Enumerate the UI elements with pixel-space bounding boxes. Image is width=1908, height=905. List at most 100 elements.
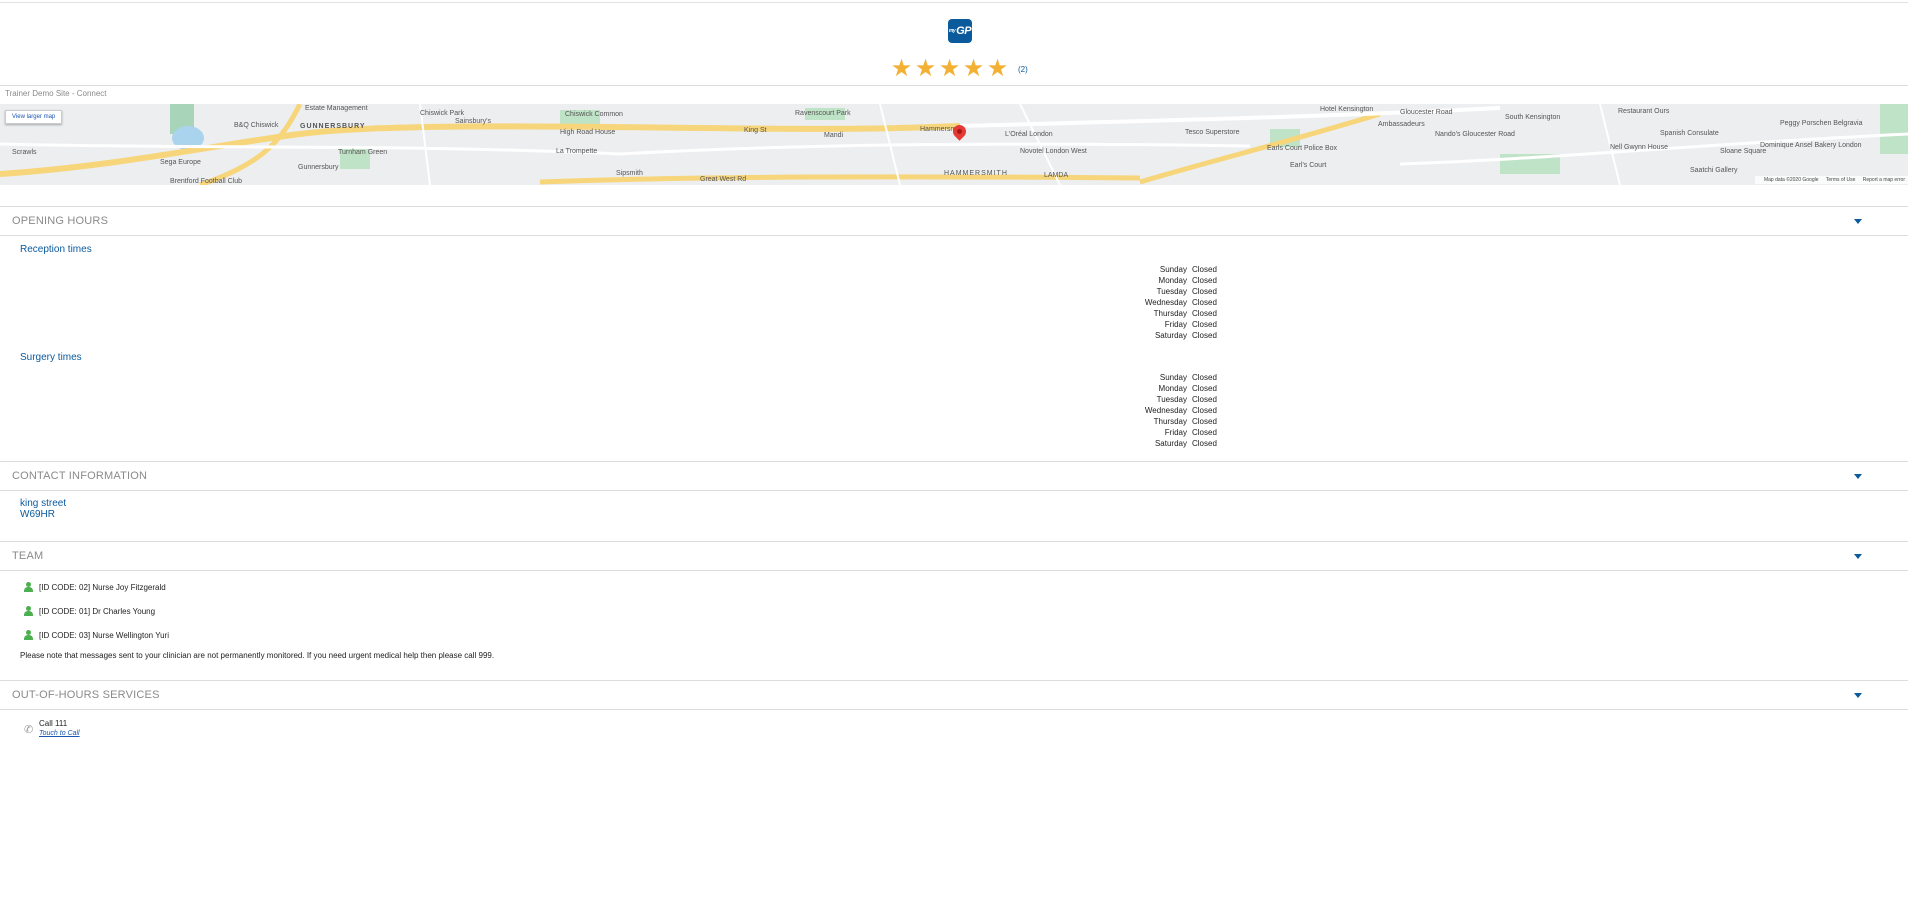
map-label: Nando's Gloucester Road (1435, 131, 1515, 138)
app-logo: my GP (948, 19, 972, 43)
reception-hours-list: Sunday Closed Monday Closed Tuesday Closed … (1140, 265, 1217, 342)
map-label: Mandi (824, 132, 844, 139)
map-label: Hotel Kensington (1320, 106, 1374, 113)
map-label: Scrawls (12, 149, 37, 156)
map-label: GUNNERSBURY (300, 123, 366, 130)
map-label: Gunnersbury (298, 164, 339, 171)
map-label: Brentford Football Club (170, 178, 242, 185)
touch-to-call-link[interactable]: Touch to Call (39, 729, 80, 739)
map-label: Ambassadeurs (1378, 121, 1425, 128)
out-of-hours-header[interactable]: OUT-OF-HOURS SERVICES (0, 680, 1908, 710)
hours-row: Saturday Closed (1154, 439, 1217, 448)
hours-row: Wednesday Closed (1144, 406, 1217, 415)
opening-hours-header[interactable]: OPENING HOURS (0, 206, 1908, 236)
map-label: Sainsbury's (455, 118, 491, 125)
chevron-down-icon[interactable] (1854, 693, 1862, 698)
contact-information-header[interactable]: CONTACT INFORMATION (0, 461, 1908, 491)
hours-row: Tuesday Closed (1156, 287, 1217, 296)
map-label: Earl's Court (1290, 162, 1327, 169)
section-title: OPENING HOURS (12, 215, 109, 227)
map-label: L'Oréal London (1005, 131, 1053, 138)
address: king street W69HR (20, 498, 66, 520)
map-label: Novotel London West (1020, 148, 1087, 155)
call-111: Call 111 Touch to Call (39, 719, 80, 739)
map-label: Earls Court Police Box (1267, 145, 1338, 152)
map-label: Estate Management (305, 105, 368, 112)
surgery-times-title: Surgery times (20, 352, 82, 363)
person-icon (24, 582, 33, 592)
team-member-name: [ID CODE: 01] Dr Charles Young (39, 606, 156, 616)
map-label: Gloucester Road (1400, 109, 1453, 116)
hours-row: Friday Closed (1164, 320, 1217, 329)
hours-row: Tuesday Closed (1156, 395, 1217, 404)
view-larger-map-link[interactable]: View larger map (5, 110, 63, 124)
star-icon: ★ (986, 55, 1009, 82)
rating-stars: ★ ★ ★ ★ ★ (2) (890, 57, 1028, 81)
map-label: Sipsmith (616, 170, 643, 177)
team-member[interactable]: [ID CODE: 02] Nurse Joy Fitzgerald (24, 582, 166, 592)
address-postcode: W69HR (20, 509, 56, 520)
star-icon: ★ (962, 55, 985, 82)
team-member-name: [ID CODE: 02] Nurse Joy Fitzgerald (39, 582, 166, 592)
terms-of-use-link[interactable]: Terms of Use (1826, 177, 1855, 183)
map-label: HAMMERSMITH (944, 170, 1008, 177)
map-label: Chiswick Common (565, 111, 623, 118)
map-label: Tesco Superstore (1185, 129, 1240, 136)
section-title: OUT-OF-HOURS SERVICES (12, 689, 160, 701)
phone-icon: ✆ (24, 724, 34, 736)
chevron-down-icon[interactable] (1854, 219, 1862, 224)
map-label: Turnham Green (338, 149, 388, 156)
map-label: High Road House (560, 129, 616, 136)
map-label: Sloane Square (1720, 148, 1767, 155)
star-icon: ★ (890, 55, 913, 82)
map-label: LAMDA (1044, 172, 1069, 179)
section-title: TEAM (12, 550, 44, 562)
map-label: Saatchi Gallery (1690, 167, 1738, 174)
hours-row: Wednesday Closed (1144, 298, 1217, 307)
section-title: CONTACT INFORMATION (12, 470, 148, 482)
rating-count[interactable]: (2) (1018, 65, 1028, 74)
report-map-error-link[interactable]: Report a map error (1863, 177, 1905, 183)
team-header[interactable]: TEAM (0, 541, 1908, 571)
call-number: Call 111 (39, 719, 68, 728)
star-icon: ★ (938, 55, 961, 82)
map-label: Chiswick Park (420, 110, 464, 117)
map-label: South Kensington (1505, 114, 1561, 121)
map-label: Spanish Consulate (1660, 130, 1719, 137)
team-member-name: [ID CODE: 03] Nurse Wellington Yuri (39, 630, 169, 640)
person-icon (24, 630, 33, 640)
map-label: B&Q Chiswick (234, 122, 279, 129)
map-label: Nell Gwynn House (1610, 144, 1668, 151)
map-label: Restaurant Ours (1618, 108, 1670, 115)
map-attribution: Map data ©2020 Google Terms of Use Repor… (1754, 176, 1908, 184)
team-member[interactable]: [ID CODE: 03] Nurse Wellington Yuri (24, 630, 169, 640)
hours-row: Monday Closed (1158, 276, 1217, 285)
reception-times-title: Reception times (20, 244, 92, 255)
map-label: Peggy Porschen Belgravia (1780, 120, 1863, 127)
map-data-text: Map data ©2020 Google (1763, 177, 1819, 183)
chevron-down-icon[interactable] (1854, 474, 1862, 479)
team-member[interactable]: [ID CODE: 01] Dr Charles Young (24, 606, 155, 616)
site-title-bar: Trainer Demo Site - Connect (0, 85, 1908, 105)
map-label: King St (744, 127, 767, 134)
map-label: Great West Rd (700, 176, 747, 183)
chevron-down-icon[interactable] (1854, 554, 1862, 559)
site-title: Trainer Demo Site - Connect (5, 89, 107, 98)
map-label: Sega Europe (160, 159, 201, 166)
hours-row: Thursday Closed (1153, 417, 1217, 426)
surgery-hours-list: Sunday Closed Monday Closed Tuesday Closed … (1140, 373, 1217, 450)
top-divider (0, 2, 1908, 3)
person-icon (24, 606, 33, 616)
map-embed[interactable]: View larger map Estate Management GUNNER… (0, 104, 1908, 185)
map-label: La Trompette (556, 148, 598, 155)
hours-row: Sunday Closed (1159, 265, 1217, 274)
hours-row: Friday Closed (1164, 428, 1217, 437)
map-label: Ravenscourt Park (795, 110, 851, 117)
hours-row: Thursday Closed (1153, 309, 1217, 318)
map-label: Dominique Ansel Bakery London (1760, 142, 1862, 149)
hours-row: Sunday Closed (1159, 373, 1217, 382)
hours-row: Saturday Closed (1154, 331, 1217, 340)
address-line: king street (20, 498, 67, 509)
star-icon: ★ (914, 55, 937, 82)
hours-row: Monday Closed (1158, 384, 1217, 393)
